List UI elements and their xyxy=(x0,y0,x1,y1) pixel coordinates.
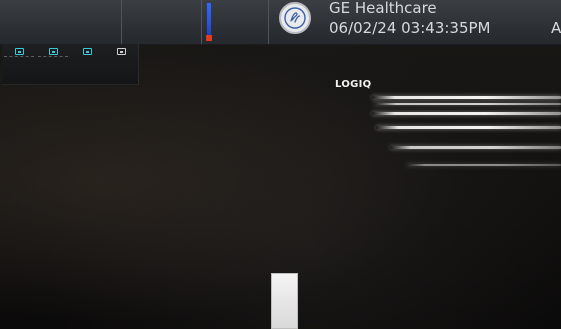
ultrasound-screen: GE Healthcare 06/02/24 03:43:35PM A LOGI… xyxy=(0,0,561,329)
echo-line xyxy=(372,112,561,115)
image-clip-icon xyxy=(83,48,92,55)
echo-line xyxy=(406,164,561,166)
system-label: LOGIQ xyxy=(335,79,372,90)
status-cell xyxy=(121,0,202,44)
focus-marker-icon xyxy=(206,35,212,41)
ge-monogram-icon xyxy=(279,2,311,34)
header-corner-label: A xyxy=(551,19,561,37)
clipboard-thumbnail[interactable] xyxy=(36,44,71,85)
echo-line xyxy=(376,126,561,129)
thumbnail-preview xyxy=(38,56,68,63)
gain-slider-handle[interactable] xyxy=(271,273,298,329)
status-cell xyxy=(0,0,122,44)
exam-datetime: 06/02/24 03:43:35PM xyxy=(329,19,491,37)
top-status-bar: GE Healthcare 06/02/24 03:43:35PM A xyxy=(0,0,561,45)
echo-line xyxy=(390,146,561,149)
image-clip-icon xyxy=(49,48,58,55)
echo-line xyxy=(372,96,561,99)
clipboard-thumbnail[interactable] xyxy=(2,44,37,85)
image-clipboard xyxy=(2,44,140,86)
clipboard-thumbnail[interactable] xyxy=(70,44,105,85)
clipboard-thumbnail[interactable] xyxy=(104,44,139,85)
brand-name: GE Healthcare xyxy=(329,0,437,17)
echo-line xyxy=(374,103,561,105)
image-clip-icon xyxy=(117,48,126,55)
depth-indicator-bar xyxy=(207,3,211,37)
thumbnail-preview xyxy=(4,56,34,63)
image-clip-icon xyxy=(15,48,24,55)
ultrasound-image-area xyxy=(360,92,561,182)
